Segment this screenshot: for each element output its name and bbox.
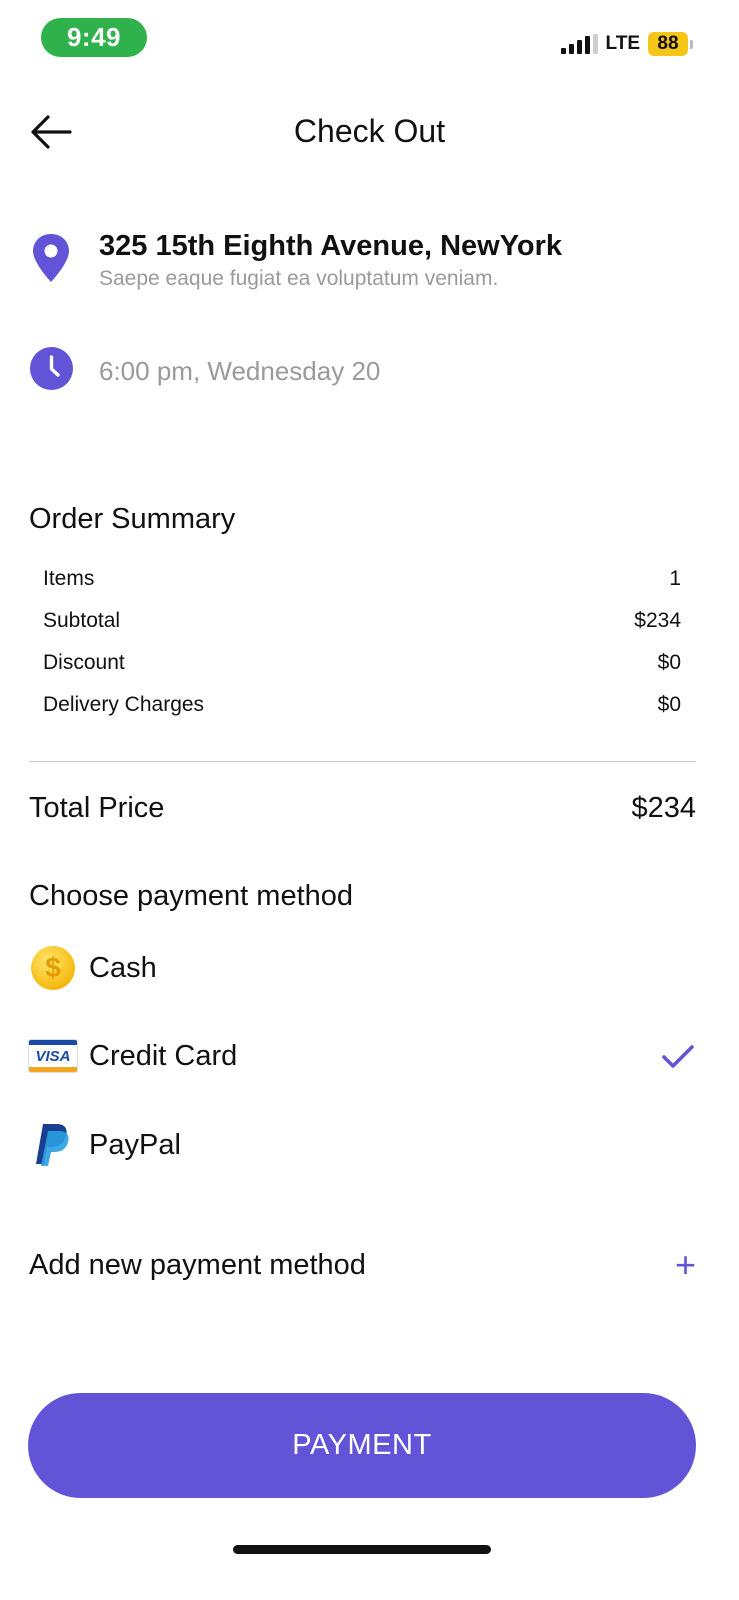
page-title: Check Out bbox=[293, 113, 446, 149]
network-type: LTE bbox=[605, 33, 640, 54]
total-row: Total Price $234 bbox=[29, 792, 696, 825]
summary-value: $0 bbox=[657, 651, 681, 674]
summary-value: $0 bbox=[657, 693, 681, 716]
payment-option-credit-card[interactable]: VISA Credit Card bbox=[28, 1026, 696, 1086]
visa-text: VISA bbox=[29, 1045, 77, 1067]
payment-button[interactable]: PAYMENT bbox=[28, 1393, 696, 1498]
payment-label: Cash bbox=[89, 951, 157, 984]
summary-row-delivery: Delivery Charges $0 bbox=[43, 693, 681, 717]
plus-icon[interactable]: + bbox=[675, 1247, 696, 1283]
address-subtitle: Saepe eaque fugiat ea voluptatum veniam. bbox=[99, 267, 499, 290]
summary-value: $234 bbox=[634, 609, 681, 632]
battery-tip bbox=[690, 39, 693, 49]
summary-label: Delivery Charges bbox=[43, 693, 205, 716]
summary-row-discount: Discount $0 bbox=[43, 651, 681, 675]
coin-symbol: $ bbox=[31, 946, 75, 990]
status-indicators: LTE 88 bbox=[560, 30, 693, 58]
check-icon bbox=[662, 1045, 694, 1068]
signal-icon bbox=[560, 34, 598, 54]
payment-section-title: Choose payment method bbox=[29, 880, 354, 912]
delivery-time: 6:00 pm, Wednesday 20 bbox=[99, 356, 381, 386]
location-pin-icon bbox=[29, 232, 73, 289]
clock-icon bbox=[29, 346, 74, 396]
summary-row-items: Items 1 bbox=[43, 567, 681, 591]
add-payment-label: Add new payment method bbox=[29, 1248, 366, 1281]
battery-icon: 88 bbox=[648, 32, 688, 56]
summary-label: Subtotal bbox=[43, 609, 121, 632]
order-summary-title: Order Summary bbox=[29, 503, 236, 535]
summary-label: Discount bbox=[43, 651, 125, 674]
summary-label: Items bbox=[43, 567, 95, 590]
coin-icon: $ bbox=[28, 943, 78, 993]
home-indicator[interactable] bbox=[233, 1545, 491, 1554]
status-time: 9:49 bbox=[41, 18, 147, 57]
payment-label: Credit Card bbox=[89, 1039, 238, 1072]
divider bbox=[29, 761, 696, 762]
address-title: 325 15th Eighth Avenue, NewYork bbox=[99, 230, 563, 262]
summary-row-subtotal: Subtotal $234 bbox=[43, 609, 681, 633]
summary-value: 1 bbox=[669, 567, 681, 590]
visa-icon: VISA bbox=[28, 1031, 78, 1081]
payment-label: PayPal bbox=[89, 1128, 181, 1161]
payment-option-paypal[interactable]: PayPal bbox=[28, 1115, 696, 1175]
paypal-icon bbox=[28, 1120, 78, 1170]
add-payment-method[interactable]: Add new payment method + bbox=[29, 1240, 696, 1290]
total-value: $234 bbox=[631, 792, 696, 824]
payment-option-cash[interactable]: $ Cash bbox=[28, 938, 696, 998]
total-label: Total Price bbox=[29, 792, 165, 824]
